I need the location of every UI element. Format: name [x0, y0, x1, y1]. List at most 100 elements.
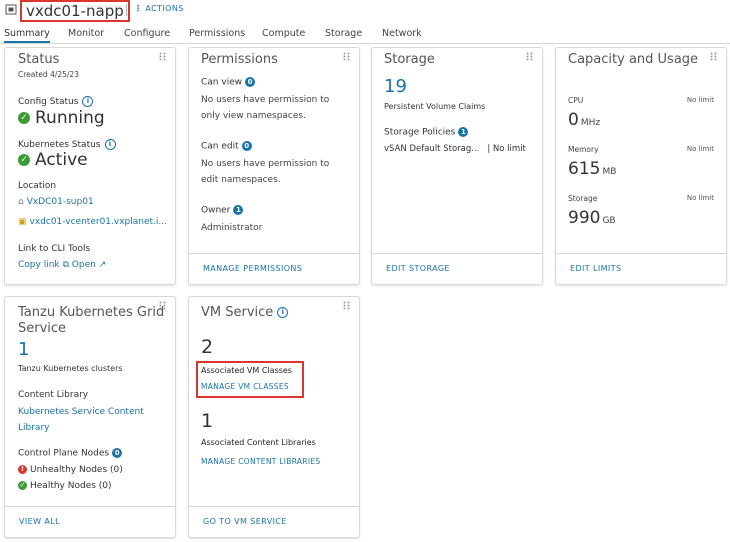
tkg-title-line-1: Tanzu Kubernetes Grid — [18, 305, 165, 320]
healthy-nodes-text: Healthy Nodes (0) — [30, 481, 112, 491]
datacenter-icon: ⌂ — [18, 197, 24, 207]
vm-classes-count: 2 — [201, 336, 214, 358]
storage-policies-label: Storage Policies 1 — [384, 127, 469, 138]
error-icon: ! — [18, 465, 27, 474]
owner-count-badge: 1 — [233, 205, 244, 215]
tkg-clusters-count[interactable]: 1 — [18, 339, 29, 360]
check-circle-icon: ✓ — [18, 112, 30, 124]
tkg-card: Tanzu Kubernetes Grid Service 1 Tanzu Ku… — [4, 296, 176, 538]
view-all-link[interactable]: VIEW ALL — [19, 517, 60, 526]
vm-classes-label: Associated VM Classes — [201, 366, 292, 375]
vertical-dots-icon: ⋮ — [134, 4, 143, 13]
namespace-icon — [5, 4, 17, 15]
control-plane-nodes-text: Control Plane Nodes — [18, 448, 110, 459]
cli-tools-label: Link to CLI Tools — [18, 244, 91, 254]
info-icon[interactable]: i — [104, 139, 116, 150]
can-edit-count-badge: 0 — [241, 141, 252, 151]
created-date: Created 4/25/23 — [18, 70, 79, 79]
check-circle-icon: ✓ — [18, 154, 30, 166]
can-view-desc-1: No users have permission to — [201, 95, 330, 105]
config-status-value: ✓ Running — [18, 108, 105, 128]
config-status-value-text: Running — [35, 108, 105, 128]
tab-permissions[interactable]: Permissions — [189, 27, 245, 40]
cpu-label: CPU — [568, 96, 584, 105]
pvc-label: Persistent Volume Claims — [384, 102, 486, 111]
memory-value: 615 — [568, 159, 601, 179]
edit-limits-link[interactable]: EDIT LIMITS — [570, 264, 621, 273]
content-library-link-2[interactable]: Library — [18, 420, 49, 436]
can-view-text: Can view — [201, 77, 243, 88]
tab-network[interactable]: Network — [382, 27, 422, 40]
capacity-storage-label: Storage — [568, 194, 598, 203]
tab-monitor[interactable]: Monitor — [68, 27, 104, 40]
vm-service-title-text: VM Service — [201, 305, 274, 320]
capacity-footer: EDIT LIMITS — [556, 253, 726, 284]
capacity-storage-usage: 990 GB — [568, 208, 616, 228]
edit-storage-link[interactable]: EDIT STORAGE — [386, 264, 450, 273]
datacenter-link[interactable]: ⌂ VxDC01-sup01 — [18, 197, 94, 207]
permissions-card: Permissions Can view 0 No users have perm… — [188, 47, 360, 285]
manage-content-libraries-link[interactable]: MANAGE CONTENT LIBRARIES — [201, 457, 321, 466]
cpu-value: 0 — [568, 110, 579, 130]
info-icon[interactable]: i — [277, 307, 289, 318]
can-edit-label: Can edit 0 — [201, 141, 252, 152]
header-divider — [126, 4, 127, 16]
content-library-link-1[interactable]: Kubernetes Service Content — [18, 404, 144, 420]
tab-configure[interactable]: Configure — [124, 27, 170, 40]
actions-menu-button[interactable]: ⋮ ACTIONS — [134, 3, 184, 15]
memory-usage: 615 MB — [568, 159, 616, 179]
drag-handle-icon[interactable] — [343, 52, 350, 61]
storage-footer: EDIT STORAGE — [372, 253, 542, 284]
capacity-storage-limit: No limit — [686, 194, 714, 202]
manage-vm-classes-link[interactable]: MANAGE VM CLASSES — [201, 382, 289, 391]
page-header: vxdc01-napp ⋮ ACTIONS Summary Monitor Con… — [0, 0, 730, 44]
memory-limit: No limit — [686, 145, 714, 153]
tab-bar: Summary Monitor Configure Permissions Co… — [0, 27, 730, 44]
storage-policy-limit: | No limit — [487, 144, 526, 154]
drag-handle-icon[interactable] — [159, 52, 166, 61]
tab-storage[interactable]: Storage — [325, 27, 362, 40]
open-link-button[interactable]: Open ↗ — [72, 260, 106, 270]
control-plane-nodes-label: Control Plane Nodes 0 — [18, 448, 123, 459]
drag-handle-icon[interactable] — [343, 301, 350, 310]
pvc-count[interactable]: 19 — [384, 76, 407, 97]
drag-handle-icon[interactable] — [710, 52, 717, 61]
owner-text: Owner — [201, 205, 231, 216]
storage-policy-row: vSAN Default Storag... | No limit — [384, 144, 526, 154]
capacity-title: Capacity and Usage — [568, 52, 699, 67]
storage-title: Storage — [384, 52, 435, 67]
vm-service-title: VM Service i — [201, 305, 289, 321]
unhealthy-nodes-text: Unhealthy Nodes (0) — [30, 465, 123, 475]
manage-permissions-link[interactable]: MANAGE PERMISSIONS — [203, 264, 302, 273]
vcenter-link[interactable]: ▣ vxdc01-vcenter01.vxplanet.i... — [18, 217, 167, 227]
tab-compute[interactable]: Compute — [262, 27, 305, 40]
can-edit-desc-2: edit namespaces. — [201, 175, 281, 185]
kubernetes-status-value-text: Active — [35, 150, 88, 170]
copy-icon: ⧉ — [62, 260, 69, 270]
kubernetes-status-text: Kubernetes Status — [18, 140, 101, 150]
open-link-text: Open — [71, 260, 96, 270]
vcenter-icon: ▣ — [18, 217, 27, 227]
capacity-storage-unit: GB — [602, 216, 616, 226]
healthy-nodes: ✓ Healthy Nodes (0) — [18, 481, 112, 491]
content-library-label: Content Library — [18, 390, 89, 400]
cpu-limit: No limit — [686, 96, 714, 104]
drag-handle-icon[interactable] — [526, 52, 533, 61]
actions-label: ACTIONS — [145, 4, 184, 13]
cli-tools-links: Copy link ⧉ Open ↗ — [18, 260, 106, 270]
info-icon[interactable]: i — [82, 96, 94, 107]
storage-policies-count-badge: 1 — [458, 127, 469, 137]
tab-summary[interactable]: Summary — [4, 27, 50, 43]
control-plane-nodes-count-badge: 0 — [112, 448, 123, 458]
location-label: Location — [18, 181, 57, 191]
owner-value: Administrator — [201, 223, 263, 233]
kubernetes-status-label: Kubernetes Status i — [18, 139, 116, 150]
copy-link-text: Copy link — [18, 260, 60, 270]
copy-link-button[interactable]: Copy link ⧉ — [18, 260, 69, 270]
memory-label: Memory — [568, 145, 599, 154]
config-status-label: Config Status i — [18, 96, 94, 107]
vcenter-link-text: vxdc01-vcenter01.vxplanet.i... — [29, 217, 167, 227]
can-edit-desc-1: No users have permission to — [201, 159, 330, 169]
check-circle-icon: ✓ — [18, 481, 27, 490]
go-to-vm-service-link[interactable]: GO TO VM SERVICE — [203, 517, 287, 526]
